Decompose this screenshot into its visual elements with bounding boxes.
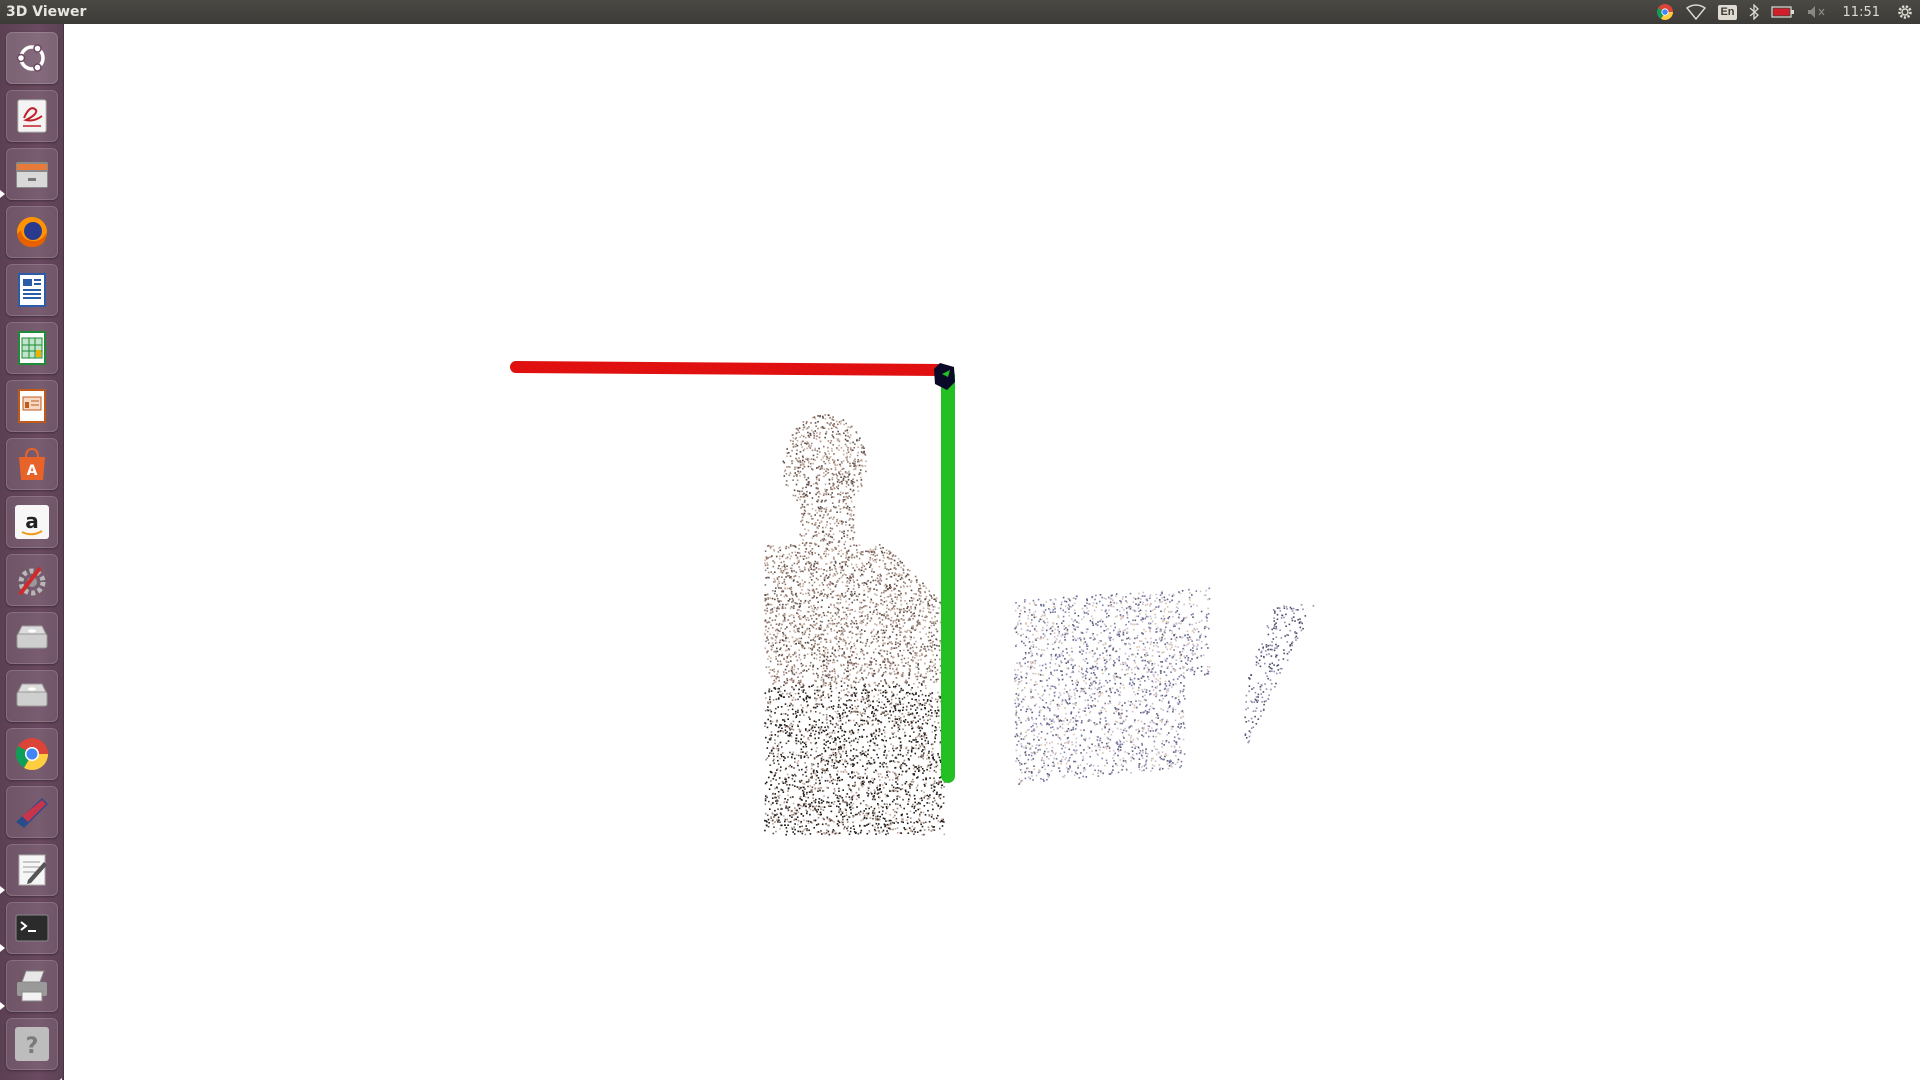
point-cloud-board bbox=[1014, 587, 1211, 785]
bluetooth-icon[interactable] bbox=[1743, 0, 1765, 24]
wifi-icon[interactable] bbox=[1680, 0, 1712, 24]
chrome-launcher[interactable] bbox=[6, 728, 58, 780]
document-viewer-icon bbox=[17, 99, 47, 133]
axis-x-red bbox=[510, 361, 946, 376]
ide-launcher[interactable] bbox=[6, 786, 58, 838]
keyboard-layout-icon[interactable]: En bbox=[1712, 0, 1742, 24]
libreoffice-calc-launcher[interactable] bbox=[6, 322, 58, 374]
terminal-icon bbox=[15, 914, 49, 942]
chrome-icon bbox=[15, 738, 49, 771]
chrome-indicator-icon[interactable] bbox=[1650, 0, 1680, 24]
svg-text:a: a bbox=[25, 509, 39, 533]
clock[interactable]: 11:51 bbox=[1833, 5, 1890, 20]
3d-viewport[interactable] bbox=[64, 24, 1920, 1080]
drive-launcher-2[interactable] bbox=[6, 670, 58, 722]
svg-text:?: ? bbox=[26, 1034, 39, 1059]
window-title: 3D Viewer bbox=[6, 4, 87, 20]
point-cloud-scene[interactable] bbox=[64, 24, 1920, 1080]
firefox-icon bbox=[17, 217, 47, 248]
drive-icon bbox=[16, 625, 48, 649]
help-icon: ? bbox=[15, 1027, 49, 1061]
printer-launcher[interactable] bbox=[6, 960, 58, 1012]
indicator-area: En 11:51 bbox=[1650, 0, 1920, 24]
libreoffice-impress-launcher[interactable] bbox=[6, 380, 58, 432]
launcher: A a ? bbox=[0, 24, 64, 1080]
printer-icon bbox=[17, 970, 47, 1002]
top-panel: 3D Viewer En 11:51 bbox=[0, 0, 1920, 24]
text-editor-launcher[interactable] bbox=[6, 844, 58, 896]
keyboard-layout-label: En bbox=[1718, 4, 1737, 20]
running-indicator bbox=[0, 190, 5, 198]
firefox-launcher[interactable] bbox=[6, 206, 58, 258]
amazon-launcher[interactable]: a bbox=[6, 496, 58, 548]
running-indicator bbox=[0, 1002, 5, 1010]
file-manager-icon bbox=[16, 162, 48, 188]
libreoffice-impress-icon bbox=[18, 389, 46, 423]
file-manager-launcher[interactable] bbox=[6, 148, 58, 200]
settings-gear-icon[interactable] bbox=[1890, 0, 1920, 24]
volume-muted-icon[interactable] bbox=[1801, 0, 1833, 24]
document-viewer-launcher[interactable] bbox=[6, 90, 58, 142]
text-editor-icon bbox=[18, 854, 47, 886]
amazon-icon: a bbox=[15, 505, 49, 539]
drive-launcher-1[interactable] bbox=[6, 612, 58, 664]
libreoffice-calc-icon bbox=[18, 331, 46, 365]
battery-icon[interactable] bbox=[1765, 0, 1801, 24]
help-launcher[interactable]: ? bbox=[6, 1018, 58, 1070]
running-indicator bbox=[0, 886, 5, 894]
running-indicator bbox=[0, 944, 5, 952]
point-cloud-person bbox=[764, 414, 946, 836]
software-center-launcher[interactable]: A bbox=[6, 438, 58, 490]
libreoffice-writer-launcher[interactable] bbox=[6, 264, 58, 316]
terminal-launcher[interactable] bbox=[6, 902, 58, 954]
software-center-icon: A bbox=[19, 447, 45, 480]
dash-home-button[interactable] bbox=[6, 32, 58, 84]
system-settings-icon bbox=[18, 566, 46, 596]
point-cloud-side-panel bbox=[1244, 604, 1315, 744]
svg-text:A: A bbox=[27, 463, 38, 479]
drive-icon bbox=[16, 683, 48, 707]
ide-icon bbox=[16, 798, 48, 828]
system-settings-launcher[interactable] bbox=[6, 554, 58, 606]
ubuntu-logo-icon bbox=[16, 44, 45, 72]
libreoffice-writer-icon bbox=[18, 273, 46, 307]
